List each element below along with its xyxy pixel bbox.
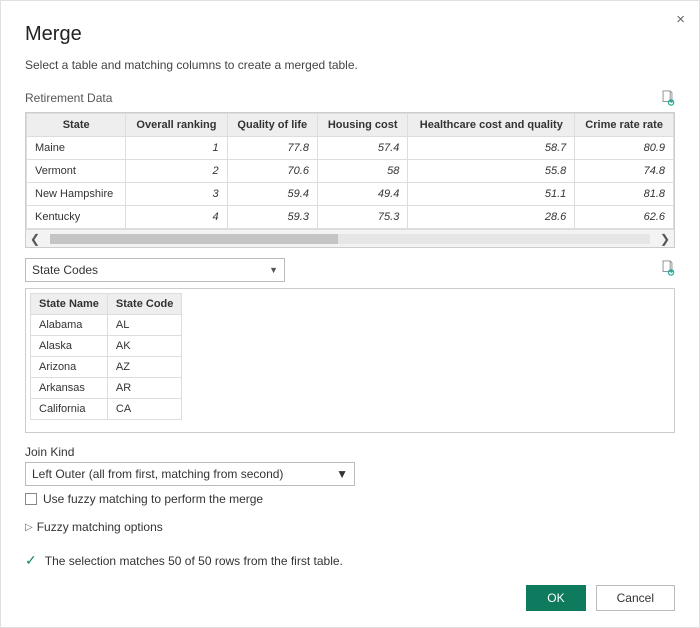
horizontal-scrollbar[interactable]: ❮ ❯ (26, 229, 674, 247)
cell-quality: 59.3 (227, 206, 317, 229)
col-state[interactable]: State (27, 114, 126, 137)
col-crime-rate[interactable]: Crime rate rate (575, 114, 674, 137)
refresh-icon[interactable] (660, 90, 675, 106)
table-row[interactable]: ArkansasAR (31, 378, 182, 399)
cell-quality: 77.8 (227, 137, 317, 160)
col-healthcare[interactable]: Healthcare cost and quality (408, 114, 575, 137)
cell-housing: 49.4 (317, 183, 407, 206)
join-kind-dropdown[interactable]: Left Outer (all from first, matching fro… (25, 462, 355, 486)
table2-header-row: State Name State Code (31, 294, 182, 315)
col-state-name[interactable]: State Name (31, 294, 108, 315)
dialog-subtitle: Select a table and matching columns to c… (25, 58, 675, 72)
cell-health: 28.6 (408, 206, 575, 229)
cancel-button[interactable]: Cancel (596, 585, 675, 611)
check-icon: ✓ (25, 552, 37, 569)
cell-state: Maine (27, 137, 126, 160)
cell-housing: 75.3 (317, 206, 407, 229)
chevron-right-icon: ▷ (25, 522, 33, 533)
table-row[interactable]: New Hampshire 3 59.4 49.4 51.1 81.8 (27, 183, 674, 206)
fuzzy-label: Use fuzzy matching to perform the merge (43, 492, 263, 506)
cell-crime: 81.8 (575, 183, 674, 206)
cell-code: AR (107, 378, 181, 399)
cell-crime: 62.6 (575, 206, 674, 229)
scroll-left-icon[interactable]: ❮ (26, 232, 44, 246)
scroll-right-icon[interactable]: ❯ (656, 232, 674, 246)
cell-code: AK (107, 336, 181, 357)
dialog-title: Merge (25, 23, 675, 46)
expander-label: Fuzzy matching options (37, 520, 163, 534)
cell-health: 55.8 (408, 160, 575, 183)
cell-quality: 70.6 (227, 160, 317, 183)
cell-housing: 57.4 (317, 137, 407, 160)
cell-health: 58.7 (408, 137, 575, 160)
chevron-down-icon: ▼ (336, 467, 348, 481)
cell-crime: 74.8 (575, 160, 674, 183)
table-row[interactable]: Vermont 2 70.6 58 55.8 74.8 (27, 160, 674, 183)
chevron-down-icon: ▼ (269, 265, 278, 275)
scrollbar-track[interactable] (50, 234, 650, 244)
refresh-icon[interactable] (660, 260, 675, 276)
cell-state: Vermont (27, 160, 126, 183)
fuzzy-checkbox[interactable] (25, 493, 37, 505)
table1-label: Retirement Data (25, 91, 112, 105)
cell-housing: 58 (317, 160, 407, 183)
col-state-code[interactable]: State Code (107, 294, 181, 315)
ok-button[interactable]: OK (526, 585, 585, 611)
join-selected: Left Outer (all from first, matching fro… (32, 467, 283, 481)
cell-rank: 2 (126, 160, 227, 183)
dropdown-selected: State Codes (32, 263, 98, 277)
status-text: The selection matches 50 of 50 rows from… (45, 554, 343, 568)
cell-rank: 1 (126, 137, 227, 160)
cell-crime: 80.9 (575, 137, 674, 160)
cell-rank: 3 (126, 183, 227, 206)
table2-container: State Name State Code AlabamaAL AlaskaAK… (25, 288, 675, 433)
cell-name: Arkansas (31, 378, 108, 399)
cell-name: Alaska (31, 336, 108, 357)
col-overall-ranking[interactable]: Overall ranking (126, 114, 227, 137)
table-row[interactable]: Maine 1 77.8 57.4 58.7 80.9 (27, 137, 674, 160)
cell-name: California (31, 399, 108, 420)
cell-name: Alabama (31, 315, 108, 336)
table1-header-row: State Overall ranking Quality of life Ho… (27, 114, 674, 137)
table-row[interactable]: ArizonaAZ (31, 357, 182, 378)
cell-name: Arizona (31, 357, 108, 378)
table-row[interactable]: AlabamaAL (31, 315, 182, 336)
second-table-dropdown[interactable]: State Codes ▼ (25, 258, 285, 282)
col-quality-of-life[interactable]: Quality of life (227, 114, 317, 137)
scrollbar-thumb[interactable] (50, 234, 338, 244)
table-row[interactable]: CaliforniaCA (31, 399, 182, 420)
cell-code: CA (107, 399, 181, 420)
close-icon[interactable]: × (676, 11, 685, 28)
cell-quality: 59.4 (227, 183, 317, 206)
cell-state: Kentucky (27, 206, 126, 229)
table-row[interactable]: AlaskaAK (31, 336, 182, 357)
table-row[interactable]: Kentucky 4 59.3 75.3 28.6 62.6 (27, 206, 674, 229)
table1-container: State Overall ranking Quality of life Ho… (25, 112, 675, 248)
cell-code: AZ (107, 357, 181, 378)
cell-code: AL (107, 315, 181, 336)
join-kind-label: Join Kind (25, 445, 675, 459)
cell-health: 51.1 (408, 183, 575, 206)
fuzzy-options-expander[interactable]: ▷ Fuzzy matching options (25, 520, 675, 534)
cell-state: New Hampshire (27, 183, 126, 206)
col-housing-cost[interactable]: Housing cost (317, 114, 407, 137)
cell-rank: 4 (126, 206, 227, 229)
